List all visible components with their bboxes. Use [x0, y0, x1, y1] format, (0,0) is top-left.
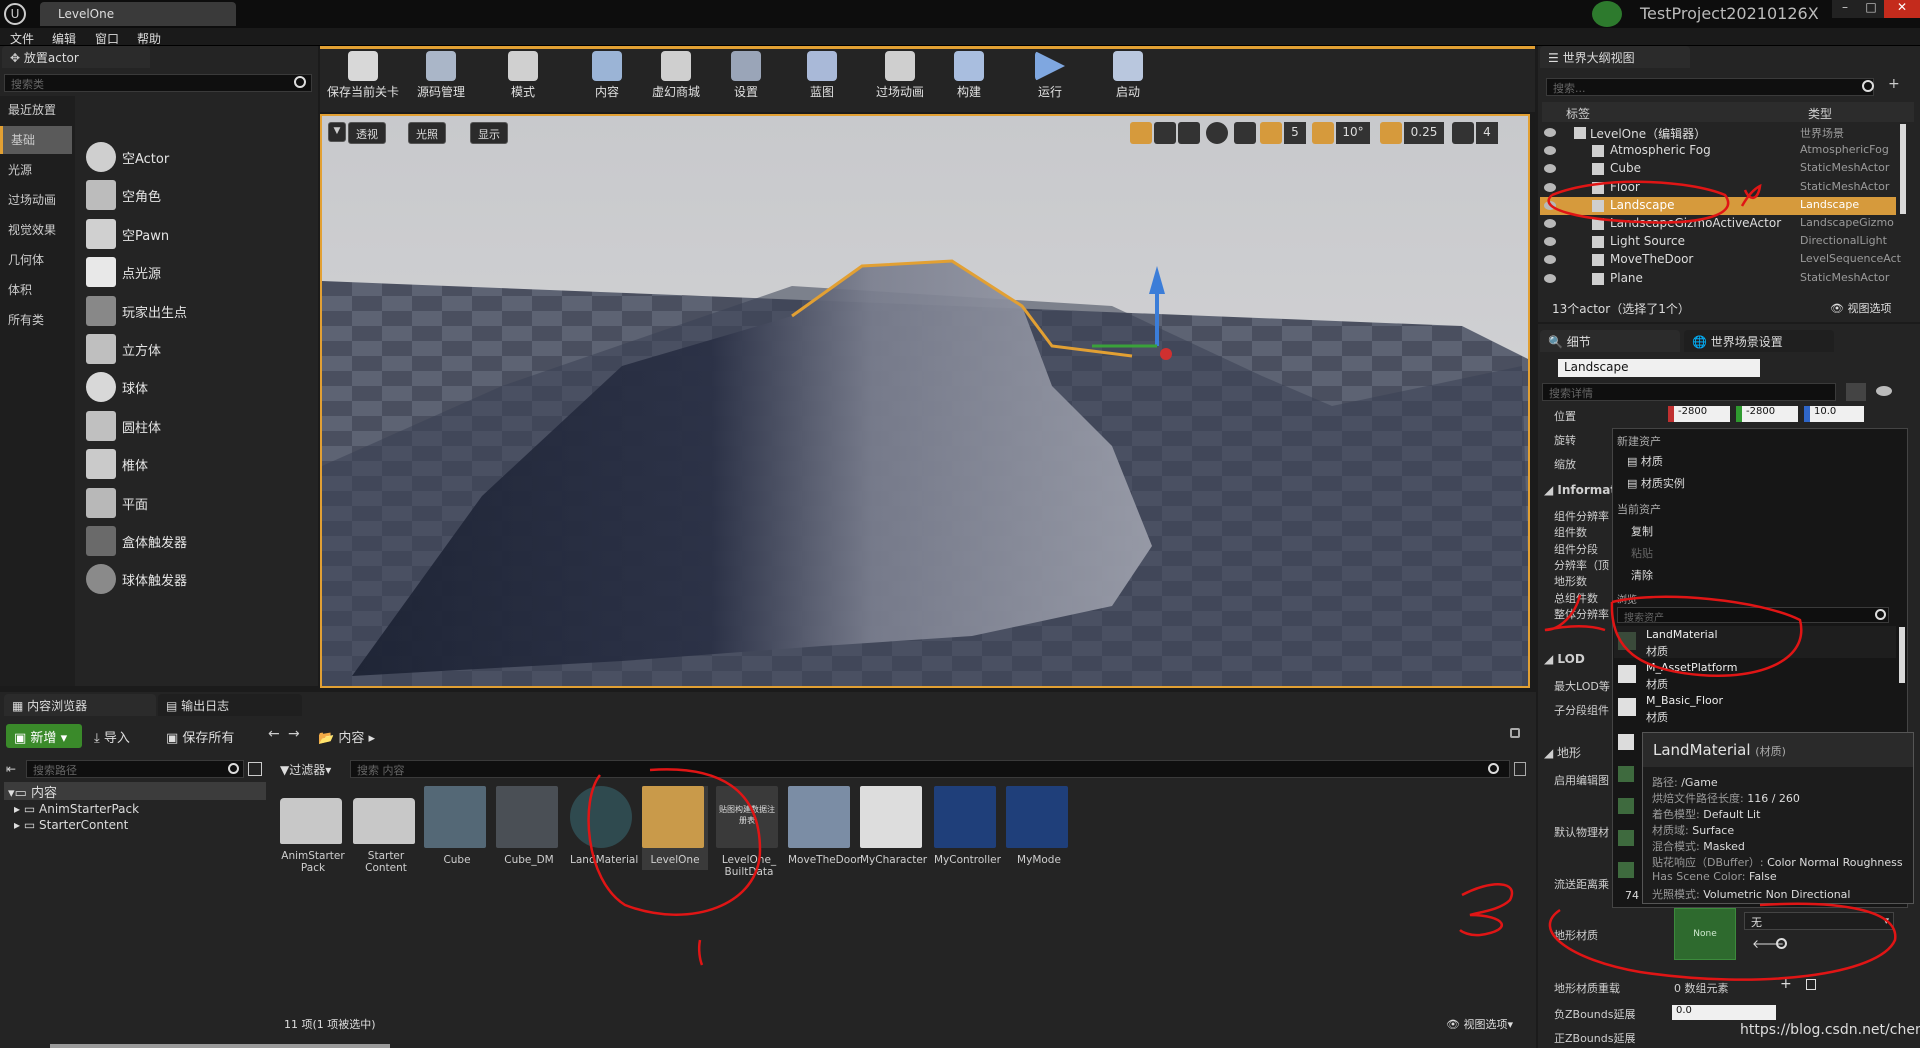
red-annotations	[587, 180, 1897, 981]
